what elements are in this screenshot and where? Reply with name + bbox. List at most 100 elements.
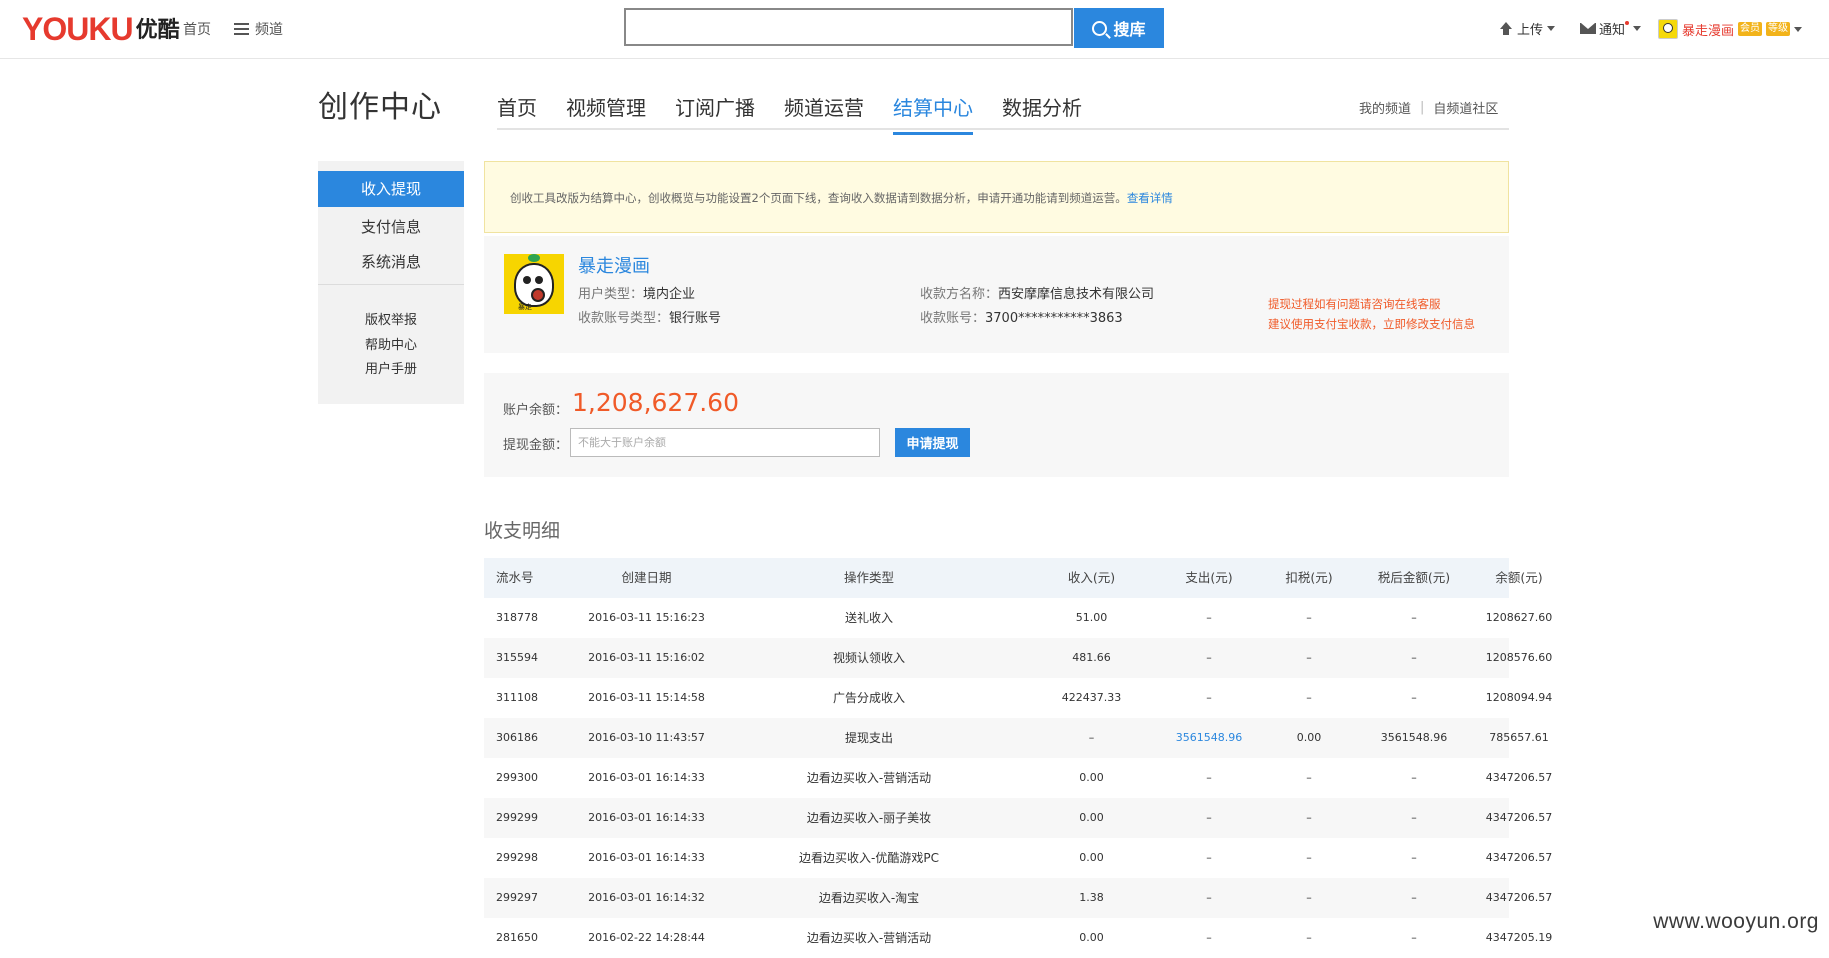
withdraw-help-tip[interactable]: 提现过程如有问题请咨询在线客服 [1268,296,1441,312]
expense-cell: – [1206,651,1212,664]
my-channel-link[interactable]: 我的频道 [1359,98,1411,117]
expense-cell: – [1206,811,1212,824]
youku-logo[interactable]: YOUKU 优酷 [22,12,180,46]
tab-home[interactable]: 首页 [497,92,537,128]
tab-video-management[interactable]: 视频管理 [566,92,646,128]
after-tax-cell: – [1411,811,1417,824]
balance-label: 账户余额： [503,403,569,418]
account-type-value: 银行账号 [669,311,722,326]
column-header: 支出(元) [1185,570,1233,585]
chevron-down-icon [1794,26,1803,32]
apply-withdraw-button[interactable]: 申请提现 [895,428,970,457]
user-type-value: 境内企业 [643,287,696,302]
search-input[interactable] [624,8,1073,46]
avatar-tag: 暴走 [518,303,532,311]
upload-icon [1498,21,1514,36]
sidebar-item-payment-info[interactable]: 支付信息 [318,216,464,237]
profile-name[interactable]: 暴走漫画 [578,252,650,278]
income-cell: 0.00 [1079,851,1104,864]
avatar-eye [523,276,531,284]
notice-details-link[interactable]: 查看详情 [1127,191,1173,205]
tab-channel-ops[interactable]: 频道运营 [784,92,864,128]
search-button[interactable]: 搜库 [1074,8,1164,48]
link-divider: | [1420,100,1425,115]
alipay-suggestion-tip[interactable]: 建议使用支付宝收款，立即修改支付信息 [1268,316,1475,332]
table-header-row: 流水号 创建日期 操作类型 收入(元) 支出(元) 扣税(元) 税后金额(元) … [484,558,1543,598]
column-header: 流水号 [496,570,534,585]
income-cell: 1.38 [1079,891,1104,904]
payee-label: 收款方名称： [920,287,999,302]
sprout-icon [528,254,540,262]
payee-row: 收款方名称：西安摩摩信息技术有限公司 [920,283,1154,302]
serial-cell: 299299 [496,811,538,824]
serial-cell: 299297 [496,891,538,904]
user-menu[interactable]: 暴走漫画 会员 等级 [1658,19,1803,39]
tax-cell: – [1306,611,1312,624]
after-tax-cell: – [1411,611,1417,624]
expense-link[interactable]: 3561548.96 [1164,718,1254,758]
table-row: 299297 2016-03-01 16:14:32 边看边买收入-淘宝 1.3… [484,878,1552,918]
table-row: 281650 2016-02-22 14:28:44 边看边买收入-营销活动 0… [484,918,1552,958]
after-tax-cell: 3561548.96 [1380,731,1448,744]
table-row: 299299 2016-03-01 16:14:33 边看边买收入-丽子美妆 0… [484,798,1552,838]
account-number-value: 3700***********3863 [985,311,1123,326]
logo-text: YOUKU [22,11,134,47]
sidebar-item-copyright-report[interactable]: 版权举报 [318,309,464,328]
type-cell: 送礼收入 [844,611,893,625]
upload-menu[interactable]: 上传 [1498,19,1556,38]
date-cell: 2016-03-10 11:43:57 [588,731,705,744]
withdraw-amount-label: 提现金额： [503,438,569,453]
channel-community-link[interactable]: 自频道社区 [1433,98,1498,117]
sidebar-item-system-messages[interactable]: 系统消息 [318,251,464,272]
tabs-divider [497,128,1509,130]
table-row: 299300 2016-03-01 16:14:33 边看边买收入-营销活动 0… [484,758,1552,798]
tax-cell: 0.00 [1296,731,1322,744]
type-cell: 提现支出 [844,731,893,745]
nav-home-link[interactable]: 首页 [183,19,211,39]
account-number-row: 收款账号：3700***********3863 [920,307,1123,326]
expense-cell: – [1206,851,1212,864]
income-cell: 0.00 [1079,811,1104,824]
tab-analytics[interactable]: 数据分析 [1002,92,1082,128]
level-badge: 等级 [1766,22,1791,36]
ledger-table: 流水号 创建日期 操作类型 收入(元) 支出(元) 扣税(元) 税后金额(元) … [484,558,1552,958]
expense-cell: – [1206,891,1212,904]
notice-menu[interactable]: 通知 [1580,19,1642,38]
column-header: 创建日期 [621,570,672,585]
logo-cn: 优酷 [135,17,180,42]
tab-settlement[interactable]: 结算中心 [893,92,973,135]
nav-channel-label: 频道 [255,22,283,38]
date-cell: 2016-02-22 14:28:44 [588,931,705,944]
serial-cell: 311108 [496,691,538,704]
tab-subscription[interactable]: 订阅广播 [675,92,755,128]
balance-cell: 4347206.57 [1485,891,1553,904]
withdraw-amount-input[interactable] [570,428,880,457]
top-bar: YOUKU 优酷 首页 频道 搜库 上传 通知 暴走漫画 会员 等级 [0,0,1829,59]
serial-cell: 299298 [496,851,538,864]
sidebar-item-user-manual[interactable]: 用户手册 [318,358,464,377]
type-cell: 边看边买收入-营销活动 [806,771,932,785]
column-header: 扣税(元) [1285,570,1333,585]
income-cell: 51.00 [1075,611,1108,624]
sidebar-item-withdraw[interactable]: 收入提现 [318,171,464,207]
upload-label: 上传 [1517,23,1544,38]
tax-cell: – [1306,651,1312,664]
type-cell: 边看边买收入-丽子美妆 [806,811,932,825]
balance-cell: 4347205.19 [1485,931,1553,944]
account-type-row: 收款账号类型：银行账号 [578,307,721,326]
after-tax-cell: – [1411,651,1417,664]
page-title: 创作中心 [318,90,442,125]
table-row: 318778 2016-03-11 15:16:23 送礼收入 51.00 – … [484,598,1552,638]
serial-cell: 306186 [496,731,538,744]
notice-text-row: 创收工具改版为结算中心，创收概览与功能设置2个页面下线，查询收入数据请到数据分析… [510,190,1173,206]
chevron-down-icon [1547,26,1556,31]
date-cell: 2016-03-01 16:14:32 [588,891,705,904]
tax-cell: – [1306,851,1312,864]
date-cell: 2016-03-01 16:14:33 [588,771,705,784]
tax-cell: – [1306,931,1312,944]
after-tax-cell: – [1411,931,1417,944]
sidebar-item-help-center[interactable]: 帮助中心 [318,334,464,353]
expense-cell: – [1206,771,1212,784]
serial-cell: 318778 [496,611,538,624]
nav-channel-link[interactable]: 频道 [234,19,283,39]
